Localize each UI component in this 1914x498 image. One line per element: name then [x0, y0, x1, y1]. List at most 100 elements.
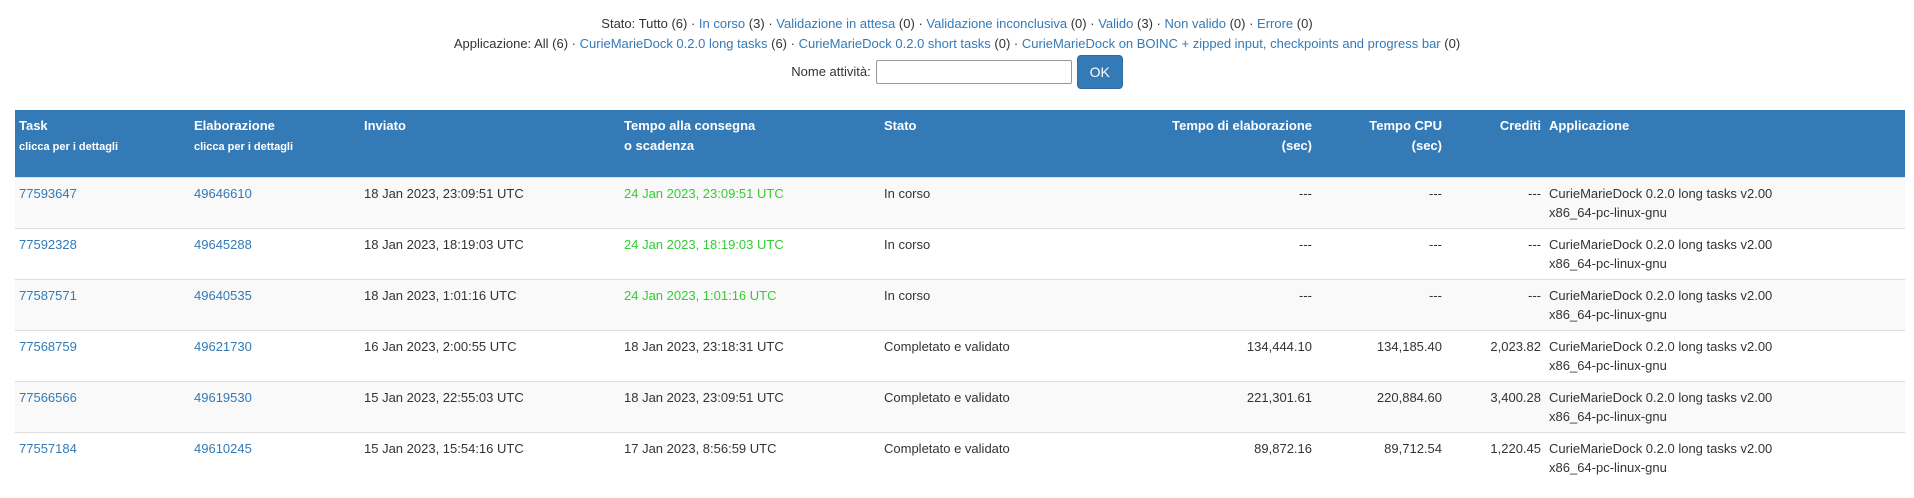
workunit-link[interactable]: 49610245 [194, 441, 252, 456]
workunit-cell: 49645288 [190, 228, 360, 280]
filter-separator: · [1090, 16, 1095, 31]
filter-separator: · [690, 16, 696, 31]
status-filter-1[interactable]: In corso [699, 16, 745, 31]
workunit-link[interactable]: 49645288 [194, 237, 252, 252]
status-filter-6[interactable]: Errore [1257, 16, 1293, 31]
application-platform: x86_64-pc-linux-gnu [1549, 307, 1667, 322]
credit-cell: --- [1446, 279, 1545, 331]
table-row: 77557184 49610245 15 Jan 2023, 15:54:16 UT… [15, 432, 1905, 483]
task-link[interactable]: 77593647 [19, 186, 77, 201]
status-filter-count: (0) [898, 16, 915, 31]
task-link[interactable]: 77587571 [19, 288, 77, 303]
run-time-cell: 221,301.61 [1108, 381, 1316, 433]
workunit-cell: 49646610 [190, 177, 360, 229]
status-filter-count: (0) [1070, 16, 1087, 31]
cpu-time-cell: 89,712.54 [1316, 432, 1446, 483]
application-platform: x86_64-pc-linux-gnu [1549, 460, 1667, 475]
filters-panel: Stato: Tutto (6) · In corso (3) · Valida… [0, 0, 1914, 89]
header-credit: Crediti [1446, 110, 1545, 178]
header-workunit[interactable]: Elaborazione clicca per i dettagli [190, 110, 360, 178]
task-cell: 77593647 [15, 177, 190, 229]
table-row: 77592328 49645288 18 Jan 2023, 18:19:03 UT… [15, 228, 1905, 280]
app-filter-line: Applicazione: All (6) · CurieMarieDock 0… [0, 34, 1914, 54]
status-filter-0: Tutto [638, 16, 668, 31]
task-cell: 77566566 [15, 381, 190, 433]
task-cell: 77587571 [15, 279, 190, 331]
app-filter-2[interactable]: CurieMarieDock 0.2.0 short tasks [799, 36, 991, 51]
header-workunit-sub: clicca per i dettagli [194, 141, 294, 153]
search-row: Nome attività: OK [0, 55, 1914, 89]
task-link[interactable]: 77592328 [19, 237, 77, 252]
status-filter-count: (3) [1137, 16, 1153, 31]
run-time-cell: --- [1108, 177, 1316, 229]
credit-cell: --- [1446, 228, 1545, 280]
application-name: CurieMarieDock 0.2.0 long tasks v2.00 [1549, 288, 1773, 303]
credit-cell: 3,400.28 [1446, 381, 1545, 433]
status-filter-3[interactable]: Validazione inconclusiva [926, 16, 1067, 31]
app-filter-label: Applicazione: [453, 36, 532, 51]
header-deadline: Tempo alla consegna o scadenza [620, 110, 880, 178]
status-filter-2[interactable]: Validazione in attesa [776, 16, 895, 31]
workunit-link[interactable]: 49619530 [194, 390, 252, 405]
status-cell: Completato e validato [880, 381, 1108, 433]
header-application: Applicazione [1545, 110, 1905, 178]
header-task[interactable]: Task clicca per i dettagli [15, 110, 190, 178]
table-row: 77568759 49621730 16 Jan 2023, 2:00:55 UTC… [15, 330, 1905, 382]
filter-separator: · [1249, 16, 1254, 31]
deadline-cell: 17 Jan 2023, 8:56:59 UTC [620, 432, 880, 483]
credit-cell: 2,023.82 [1446, 330, 1545, 382]
deadline-cell: 24 Jan 2023, 23:09:51 UTC [620, 177, 880, 229]
filter-separator: · [571, 36, 576, 51]
status-filter-label: Stato: [601, 16, 636, 31]
deadline-cell: 24 Jan 2023, 18:19:03 UTC [620, 228, 880, 280]
workunit-link[interactable]: 49640535 [194, 288, 252, 303]
status-filter-line: Stato: Tutto (6) · In corso (3) · Valida… [0, 14, 1914, 34]
sent-cell: 18 Jan 2023, 1:01:16 UTC [360, 279, 620, 331]
task-cell: 77568759 [15, 330, 190, 382]
deadline-cell: 18 Jan 2023, 23:09:51 UTC [620, 381, 880, 433]
app-filter-count: (0) [1444, 36, 1461, 51]
task-link[interactable]: 77557184 [19, 441, 77, 456]
header-run-time: Tempo di elaborazione (sec) [1108, 110, 1316, 178]
ok-button[interactable]: OK [1076, 55, 1123, 89]
workunit-link[interactable]: 49646610 [194, 186, 252, 201]
table-row: 77566566 49619530 15 Jan 2023, 22:55:03 UT… [15, 381, 1905, 433]
workunit-cell: 49621730 [190, 330, 360, 382]
run-time-cell: 134,444.10 [1108, 330, 1316, 382]
app-filter-0: All [534, 36, 549, 51]
filter-separator: · [918, 16, 923, 31]
header-sent: Inviato [360, 110, 620, 178]
app-filter-count: (6) [771, 36, 787, 51]
task-cell: 77592328 [15, 228, 190, 280]
application-name: CurieMarieDock 0.2.0 long tasks v2.00 [1549, 441, 1773, 456]
application-cell: CurieMarieDock 0.2.0 long tasks v2.00 x86… [1545, 432, 1905, 483]
filter-separator: · [768, 16, 773, 31]
header-status: Stato [880, 110, 1108, 178]
sent-cell: 18 Jan 2023, 18:19:03 UTC [360, 228, 620, 280]
task-name-label: Nome attività: [791, 64, 871, 79]
status-filter-5[interactable]: Non valido [1165, 16, 1226, 31]
application-platform: x86_64-pc-linux-gnu [1549, 205, 1667, 220]
task-link[interactable]: 77568759 [19, 339, 77, 354]
app-filter-3[interactable]: CurieMarieDock on BOINC + zipped input, … [1022, 36, 1441, 51]
deadline-cell: 24 Jan 2023, 1:01:16 UTC [620, 279, 880, 331]
task-name-input[interactable] [875, 60, 1072, 84]
application-cell: CurieMarieDock 0.2.0 long tasks v2.00 x86… [1545, 330, 1905, 382]
application-cell: CurieMarieDock 0.2.0 long tasks v2.00 x86… [1545, 381, 1905, 433]
cpu-time-cell: --- [1316, 228, 1446, 280]
cpu-time-cell: --- [1316, 279, 1446, 331]
deadline-cell: 18 Jan 2023, 23:18:31 UTC [620, 330, 880, 382]
status-filter-count: (0) [1296, 16, 1313, 31]
cpu-time-cell: 134,185.40 [1316, 330, 1446, 382]
status-cell: Completato e validato [880, 330, 1108, 382]
status-filter-4[interactable]: Valido [1098, 16, 1133, 31]
task-link[interactable]: 77566566 [19, 390, 77, 405]
status-filter-count: (3) [748, 16, 765, 31]
filter-separator: · [1013, 36, 1019, 51]
header-cpu-time: Tempo CPU (sec) [1316, 110, 1446, 178]
sent-cell: 15 Jan 2023, 15:54:16 UTC [360, 432, 620, 483]
workunit-link[interactable]: 49621730 [194, 339, 252, 354]
cpu-time-cell: 220,884.60 [1316, 381, 1446, 433]
app-filter-1[interactable]: CurieMarieDock 0.2.0 long tasks [580, 36, 768, 51]
status-cell: In corso [880, 177, 1108, 229]
